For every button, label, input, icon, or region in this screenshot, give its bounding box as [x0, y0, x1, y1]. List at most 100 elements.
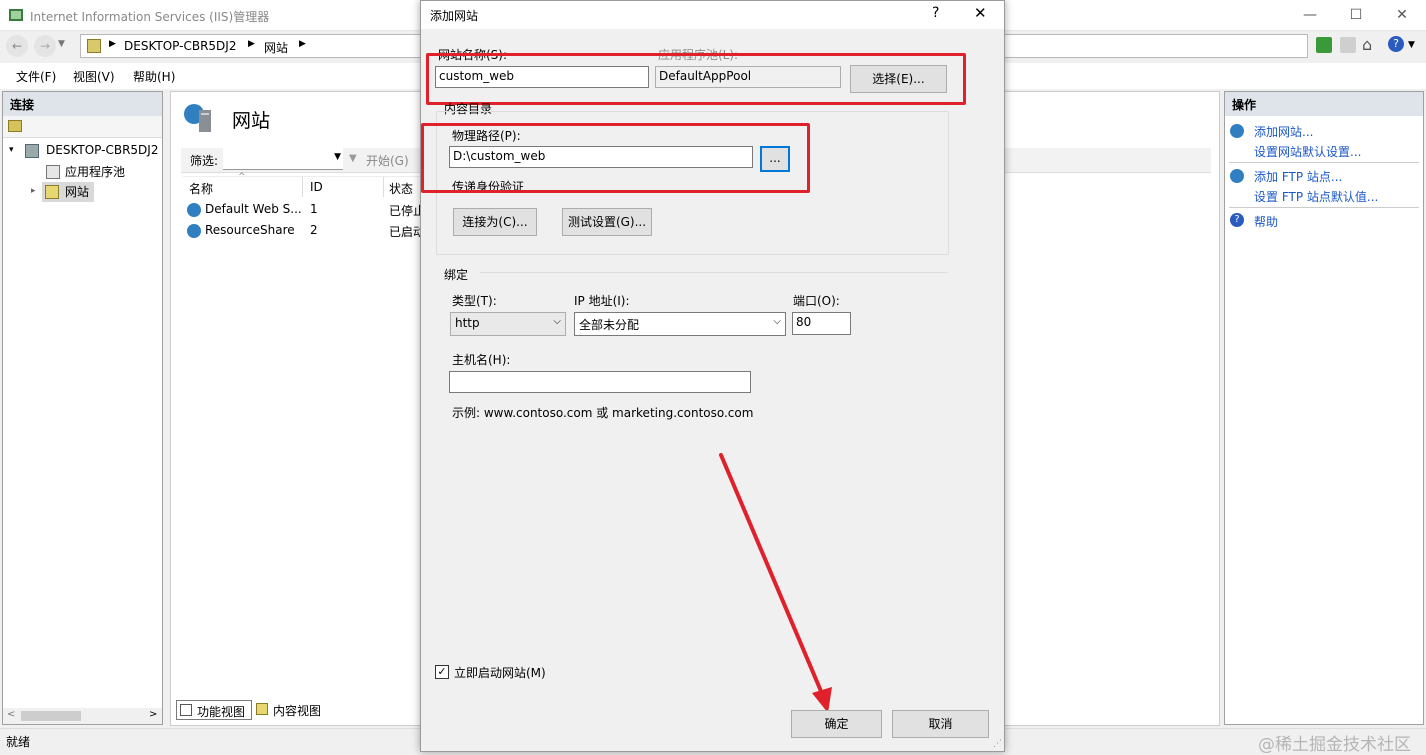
stop-icon[interactable]: [1340, 37, 1356, 53]
new-connection-icon[interactable]: [8, 120, 22, 132]
window-title: Internet Information Services (IIS)管理器: [30, 10, 270, 24]
col-header-name[interactable]: 名称: [189, 180, 213, 197]
close-window-icon[interactable]: ✕: [1379, 0, 1425, 31]
refresh-icon[interactable]: [1316, 37, 1332, 53]
iis-app-icon: [8, 7, 24, 23]
filter-label: 筛选:: [190, 154, 219, 168]
site-globe-icon: [187, 203, 201, 217]
type-select-value: http: [455, 316, 480, 330]
breadcrumb-sep-icon: ▶: [299, 39, 306, 49]
annotation-arrow: [719, 453, 832, 713]
features-view-icon: [180, 704, 192, 716]
back-arrow-icon[interactable]: ←: [6, 35, 28, 57]
dialog-help-button[interactable]: ?: [932, 5, 939, 21]
site-row-name[interactable]: ResourceShare: [205, 223, 295, 237]
content-view-icon: [256, 703, 268, 715]
site-globe-icon: [187, 224, 201, 238]
type-label: 类型(T):: [452, 294, 497, 308]
start-filter-button[interactable]: 开始(G): [366, 152, 409, 169]
cancel-button[interactable]: 取消: [892, 710, 989, 738]
expand-chevron-icon[interactable]: ▾: [9, 145, 14, 155]
tab-content-label: 内容视图: [273, 704, 322, 718]
tree-sites[interactable]: 网站: [65, 183, 89, 200]
status-text: 就绪: [6, 735, 31, 749]
port-input[interactable]: 80: [792, 312, 851, 335]
maximize-icon[interactable]: ☐: [1333, 0, 1379, 31]
dialog-close-icon[interactable]: ✕: [974, 4, 987, 22]
help-toolbar-icon[interactable]: ?: [1388, 36, 1404, 52]
minimize-icon[interactable]: —: [1287, 0, 1333, 31]
dialog-title: 添加网站: [430, 9, 479, 23]
host-name-input[interactable]: [449, 371, 751, 393]
tab-content-view[interactable]: 内容视图: [255, 700, 335, 720]
add-ftp-globe-icon: [1230, 169, 1244, 183]
actions-pane: 操作 添加网站... 设置网站默认设置... 添加 FTP 站点... 设置 F…: [1224, 91, 1424, 725]
binding-label: 绑定: [444, 268, 469, 282]
help-dropdown-icon[interactable]: ▼: [1408, 40, 1415, 50]
start-immediately-label: 立即启动网站(M): [454, 666, 546, 680]
chevron-down-icon: ⌵: [773, 316, 781, 327]
page-title: 网站: [232, 110, 271, 132]
site-defaults-link[interactable]: 设置网站默认设置...: [1254, 143, 1361, 160]
scroll-left-icon[interactable]: <: [7, 709, 15, 720]
ip-label: IP 地址(I):: [574, 294, 630, 308]
site-row-id: 1: [310, 202, 318, 216]
ok-button[interactable]: 确定: [791, 710, 882, 738]
tree-server-node[interactable]: DESKTOP-CBR5DJ2: [46, 143, 158, 157]
port-label: 端口(O):: [793, 294, 840, 308]
test-settings-button[interactable]: 测试设置(G)...: [562, 208, 652, 236]
add-ftp-link[interactable]: 添加 FTP 站点...: [1254, 168, 1342, 185]
sort-indicator-icon: ^: [238, 172, 246, 182]
breadcrumb-server[interactable]: DESKTOP-CBR5DJ2: [124, 39, 236, 53]
collapsed-chevron-icon[interactable]: ▸: [31, 186, 36, 196]
scroll-right-icon[interactable]: >: [149, 709, 157, 720]
funnel-icon: ▼: [349, 153, 357, 164]
connections-toolbar: [3, 116, 162, 138]
host-example-text: 示例: www.contoso.com 或 marketing.contoso.…: [452, 406, 754, 420]
highlight-box-site-name: [426, 53, 966, 105]
help-link[interactable]: 帮助: [1254, 213, 1278, 230]
type-select[interactable]: http ⌵: [450, 312, 566, 336]
binding-divider: [480, 272, 948, 273]
horizontal-scrollbar[interactable]: < >: [3, 708, 162, 724]
chevron-down-icon: ⌵: [553, 316, 561, 327]
ftp-defaults-link[interactable]: 设置 FTP 站点默认值...: [1254, 188, 1378, 205]
connect-as-button[interactable]: 连接为(C)...: [453, 208, 537, 236]
breadcrumb-sites[interactable]: 网站: [264, 39, 288, 56]
ip-select-value: 全部未分配: [579, 318, 640, 332]
home-icon[interactable]: ⌂: [1362, 35, 1372, 54]
forward-arrow-icon[interactable]: →: [34, 35, 56, 57]
nav-dropdown-icon[interactable]: ▼: [58, 39, 65, 49]
app-pool-icon: [46, 165, 60, 179]
col-header-status[interactable]: 状态: [389, 180, 413, 197]
highlight-box-physical-path: [421, 123, 810, 193]
server-node-icon: [25, 144, 39, 158]
col-header-id[interactable]: ID: [310, 180, 323, 194]
server-icon: [87, 39, 101, 53]
resize-grip-icon[interactable]: ⋰: [993, 739, 1002, 749]
scroll-thumb[interactable]: [21, 711, 81, 721]
site-row-id: 2: [310, 223, 318, 237]
add-site-link[interactable]: 添加网站...: [1254, 123, 1313, 140]
ip-select[interactable]: 全部未分配 ⌵: [574, 312, 786, 336]
dialog-titlebar: 添加网站 ? ✕: [421, 1, 1004, 29]
add-site-globe-icon: [1230, 124, 1244, 138]
tree-app-pools[interactable]: 应用程序池: [65, 163, 125, 180]
menu-view[interactable]: 视图(V): [73, 68, 115, 85]
actions-header: 操作: [1225, 92, 1423, 116]
tab-features-view[interactable]: 功能视图: [176, 700, 252, 720]
filter-input[interactable]: ▼: [223, 148, 343, 170]
tab-features-label: 功能视图: [197, 705, 246, 719]
start-immediately-checkbox[interactable]: ✓: [435, 665, 449, 679]
watermark: @稀土掘金技术社区: [1258, 735, 1411, 755]
filter-dropdown-icon[interactable]: ▼: [334, 152, 341, 162]
menu-file[interactable]: 文件(F): [16, 68, 56, 85]
globe-server-icon: [183, 102, 213, 134]
connections-header: 连接: [3, 92, 162, 116]
breadcrumb-sep-icon: ▶: [248, 39, 255, 49]
connections-pane: 连接 ▾ DESKTOP-CBR5DJ2 应用程序池 ▸ 网站 < >: [2, 91, 163, 725]
add-website-dialog: 添加网站 ? ✕ 网站名称(S): 应用程序池(L): custom_web D…: [420, 0, 1005, 752]
site-row-name[interactable]: Default Web S...: [205, 202, 302, 216]
breadcrumb-sep-icon: ▶: [109, 39, 116, 49]
menu-help[interactable]: 帮助(H): [133, 68, 175, 85]
